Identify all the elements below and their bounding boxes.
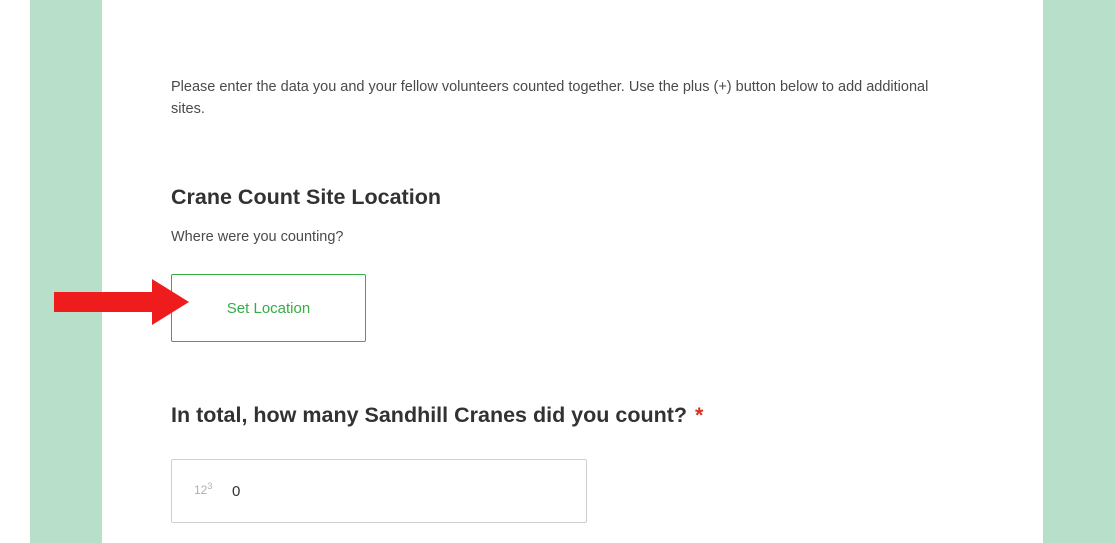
number-icon-base: 12 [194,483,208,497]
crane-count-input[interactable] [232,477,562,505]
required-indicator: * [695,403,704,427]
number-icon-superscript: 3 [207,481,213,491]
crane-count-question-text: In total, how many Sandhill Cranes did y… [171,403,688,427]
crane-count-question: In total, how many Sandhill Cranes did y… [171,403,703,428]
site-location-title: Crane Count Site Location [171,185,441,209]
right-side-panel [1043,0,1115,543]
set-location-button[interactable]: Set Location [171,274,366,342]
crane-count-field[interactable]: 123 [171,459,587,523]
red-arrow-annotation-icon [54,279,189,325]
left-side-panel [30,0,102,543]
site-location-description: Where were you counting? [171,229,344,245]
intro-text: Please enter the data you and your fello… [171,79,929,117]
number-input-icon: 123 [194,481,213,498]
survey-form-page: Please enter the data you and your fello… [0,0,1115,543]
